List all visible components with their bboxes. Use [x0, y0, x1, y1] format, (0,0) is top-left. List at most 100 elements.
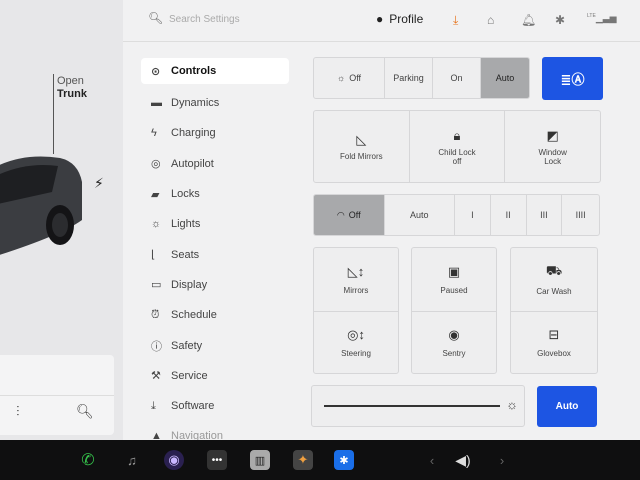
lights-parking-option[interactable]: Parking	[385, 58, 433, 98]
nav-item-schedule[interactable]: ⏰︎ Schedule	[141, 300, 289, 330]
sun-icon: ☼	[336, 73, 346, 83]
mirrors-adjust-button[interactable]: ◺↕ Mirrors	[314, 248, 398, 311]
settings-nav: ⊙ Controls ▬ Dynamics ϟ Charging ◎ Autopilot…	[141, 58, 289, 452]
option-label: II	[505, 210, 511, 220]
tile-label: Steering	[341, 348, 371, 358]
alarm-icon: ⏰︎	[151, 308, 160, 321]
wiper-speed-1-option[interactable]: I	[455, 195, 491, 235]
top-status-bar: 🔍︎ ● Profile ⤓ ⌂ 🔔︎ ✱ LTE▁▃▅	[123, 0, 640, 42]
download-icon[interactable]: ⤓	[453, 13, 458, 28]
nav-item-label: Software	[171, 400, 215, 413]
tile-state: off	[452, 156, 462, 166]
brightness-auto-button[interactable]: Auto	[537, 386, 597, 427]
nav-item-safety[interactable]: ⓘ Safety	[141, 330, 289, 360]
option-label: Off	[349, 73, 362, 83]
charge-port-bolt-icon[interactable]: ⚡	[94, 175, 104, 192]
tile-label: Lock	[544, 156, 562, 166]
nav-item-software[interactable]: ⤓ Software	[141, 391, 289, 421]
sun-icon: ☼	[151, 218, 162, 231]
nav-item-label: Charging	[171, 127, 216, 140]
sentry-icon: ◉	[448, 326, 460, 342]
child-lock-icon: 🔒︎	[453, 127, 461, 143]
open-trunk-label: Open	[57, 75, 84, 87]
nav-item-autopilot[interactable]: ◎ Autopilot	[141, 149, 289, 179]
option-label: Auto	[495, 73, 515, 83]
info-icon: ⓘ	[151, 340, 162, 353]
option-label: Off	[348, 210, 361, 220]
wiper-auto-option[interactable]: Auto	[385, 195, 455, 235]
wiper-off-option[interactable]: ◠ Off	[314, 195, 385, 235]
nav-item-controls[interactable]: ⊙ Controls	[141, 58, 289, 84]
car-wash-button[interactable]: ⛟ Car Wash	[511, 248, 597, 311]
more-apps-icon[interactable]: •••	[207, 450, 227, 470]
nav-item-display[interactable]: ▭ Display	[141, 270, 289, 300]
nav-item-label: Service	[171, 369, 208, 382]
nav-item-label: Lights	[171, 218, 201, 231]
search-input[interactable]	[169, 10, 339, 28]
search-icon: 🔍︎	[148, 11, 164, 25]
nav-item-seats[interactable]: ⌊ Seats	[141, 239, 289, 269]
tile-label: Child Lock	[438, 147, 476, 157]
equalizer-icon[interactable]: ⫶	[16, 403, 20, 420]
auto-high-beam-button[interactable]: ≣Ⓐ	[542, 57, 603, 100]
wiper-speed-2-option[interactable]: II	[491, 195, 527, 235]
dashcam-sentry-column: ▣ Paused ◉ Sentry	[411, 247, 497, 374]
steering-adjust-button[interactable]: ◎↕ Steering	[314, 310, 398, 374]
tile-label: Glovebox	[537, 348, 571, 358]
garage-icon[interactable]: ⌂	[487, 13, 494, 27]
mirror-adjust-icon: ◺↕	[347, 263, 365, 279]
person-icon: ●	[376, 12, 384, 26]
camera-icon[interactable]: ◉	[164, 450, 184, 470]
nav-item-dynamics[interactable]: ▬ Dynamics	[141, 88, 289, 118]
lte-signal-icon: LTE▁▃▅	[587, 13, 617, 23]
manual-icon[interactable]: ▥	[250, 450, 270, 470]
fold-mirrors-button[interactable]: ◺ Fold Mirrors	[314, 111, 410, 182]
nav-item-lights[interactable]: ☼ Lights	[141, 209, 289, 239]
sentry-button[interactable]: ◉ Sentry	[412, 310, 496, 374]
car-view-panel: Open Trunk ⚡ ⫶ 🔍︎	[0, 0, 123, 440]
display-icon: ▭	[151, 279, 162, 292]
phone-icon[interactable]: ✆	[78, 450, 98, 470]
nav-item-charging[interactable]: ϟ Charging	[141, 118, 289, 148]
lights-off-option[interactable]: ☼ Off	[314, 58, 385, 98]
wiper-speed-3-option[interactable]: III	[527, 195, 563, 235]
volume-icon[interactable]: ◀︎)	[453, 450, 473, 470]
wiper-speed-4-option[interactable]: IIII	[562, 195, 599, 235]
lights-on-option[interactable]: On	[433, 58, 481, 98]
nav-item-label: Autopilot	[171, 157, 214, 170]
window-lock-button[interactable]: ◩ Window Lock	[505, 111, 600, 182]
nav-item-label: Display	[171, 278, 208, 291]
wiper-icon: ◠	[336, 209, 345, 220]
music-icon[interactable]: ♫	[122, 450, 142, 470]
tile-label: Fold Mirrors	[340, 152, 383, 161]
nav-item-locks[interactable]: ▰ Locks	[141, 179, 289, 209]
volume-down-chevron-icon[interactable]: ‹	[422, 450, 442, 470]
option-label: Auto	[409, 210, 429, 220]
child-lock-button[interactable]: 🔒︎ Child Lock off	[410, 111, 506, 182]
option-label: IIII	[575, 210, 586, 220]
option-label: On	[450, 73, 463, 83]
volume-up-chevron-icon[interactable]: ›	[492, 450, 512, 470]
tile-label: Paused	[440, 285, 468, 295]
brightness-slider[interactable]: ☼	[311, 385, 525, 427]
bluetooth-app-icon[interactable]: ✱	[334, 450, 354, 470]
auto-high-beam-icon: ≣Ⓐ	[560, 72, 585, 87]
toybox-icon[interactable]: ✦	[293, 450, 313, 470]
brightness-track[interactable]	[324, 405, 500, 407]
open-trunk-button[interactable]: Open Trunk	[57, 75, 87, 101]
tile-label: Sentry	[442, 348, 466, 358]
window-lock-icon: ◩	[546, 127, 559, 143]
bell-icon[interactable]: 🔔︎	[521, 13, 536, 27]
search-icon[interactable]: 🔍︎	[76, 403, 94, 420]
glovebox-icon: ⊟	[548, 326, 560, 342]
car-image	[0, 156, 82, 255]
wiper-control: ◠ Off Auto I II III IIII	[313, 194, 600, 236]
glovebox-button[interactable]: ⊟ Glovebox	[511, 310, 597, 374]
nav-item-service[interactable]: ⚒︎ Service	[141, 361, 289, 391]
button-label: Auto	[555, 401, 579, 412]
dashcam-button[interactable]: ▣ Paused	[412, 248, 496, 311]
dashcam-icon: ▣	[447, 263, 461, 279]
lights-auto-option[interactable]: Auto	[481, 58, 529, 98]
profile-button[interactable]: ● Profile	[376, 12, 423, 26]
bluetooth-icon[interactable]: ✱	[555, 13, 565, 27]
